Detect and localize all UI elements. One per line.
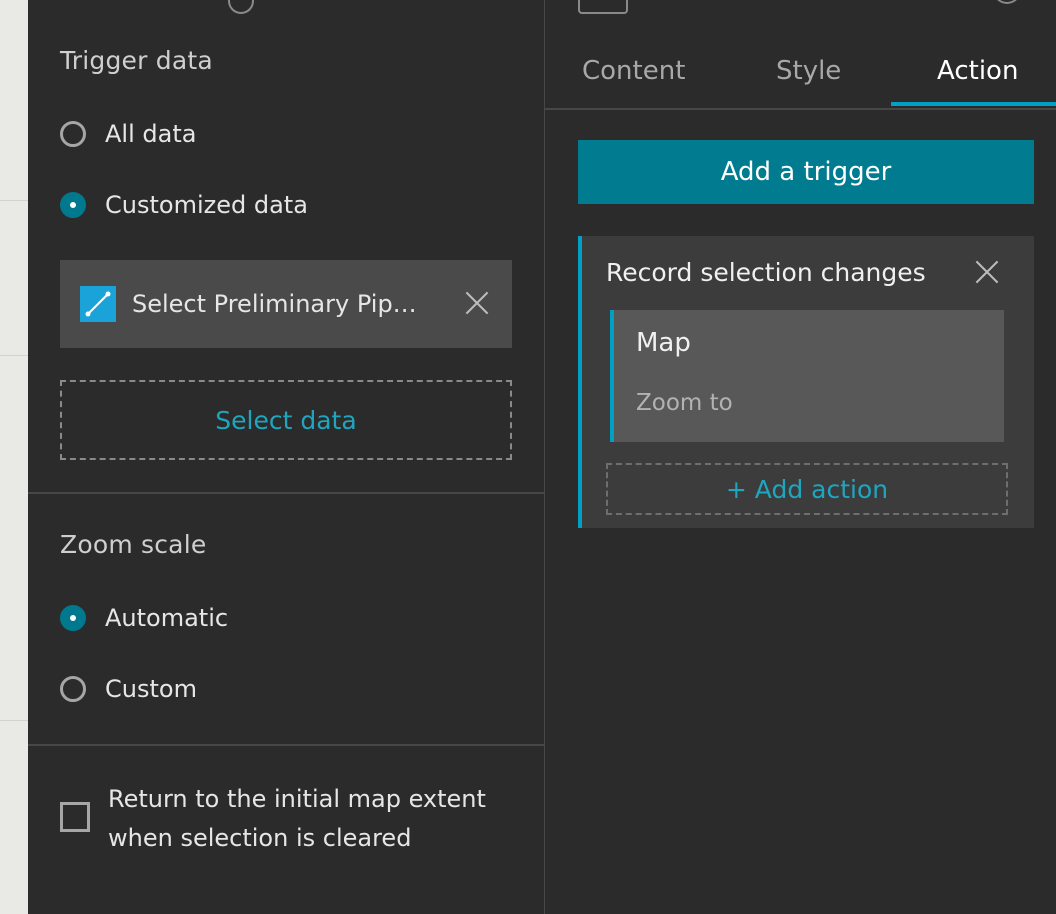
section-divider [28,492,544,494]
widget-icon [578,0,628,14]
selected-data-label: Select Preliminary Pip… [132,290,417,318]
return-extent-checkbox[interactable] [60,802,90,832]
radio-button[interactable] [60,676,86,702]
tab-action[interactable]: Action [937,56,1018,86]
radio-automatic[interactable]: Automatic [60,604,228,632]
zoom-scale-title: Zoom scale [60,530,207,559]
return-extent-label: Return to the initial map extent when se… [108,780,528,858]
close-icon[interactable] [974,259,1000,285]
map-road [0,720,28,721]
help-icon[interactable] [993,0,1021,4]
action-item[interactable]: Map Zoom to [610,310,1004,442]
add-trigger-button[interactable]: Add a trigger [578,140,1034,204]
action-settings-panel: Trigger data All data Customized data Se… [28,0,545,914]
radio-button[interactable] [60,192,86,218]
tab-style[interactable]: Style [776,56,841,86]
polyline-layer-icon [80,286,116,322]
radio-customized-data[interactable]: Customized data [60,191,308,219]
trigger-title: Record selection changes [606,258,926,287]
widget-settings-panel: Content Style Action Add a trigger Recor… [545,0,1056,914]
select-data-button[interactable]: Select data [60,380,512,460]
radio-all-data[interactable]: All data [60,120,196,148]
map-background [0,0,28,914]
selected-data-item[interactable]: Select Preliminary Pip… [60,260,512,348]
action-name: Zoom to [636,390,733,416]
settings-tabs: Content Style Action [545,40,1056,110]
action-target: Map [636,328,691,358]
radio-button[interactable] [60,605,86,631]
radio-button[interactable] [60,121,86,147]
return-extent-label-line2: when selection is cleared [108,824,412,852]
section-divider [28,744,544,746]
map-road [0,200,28,201]
trigger-card: Record selection changes Map Zoom to + A… [578,236,1034,528]
radio-custom[interactable]: Custom [60,675,197,703]
radio-label: Automatic [105,604,229,632]
radio-label: All data [105,120,197,148]
radio-label: Custom [105,675,197,703]
active-tab-indicator [891,102,1056,106]
return-extent-label-line1: Return to the initial map extent [108,785,486,813]
add-action-button[interactable]: + Add action [606,463,1008,515]
panel-header-icon [228,0,254,14]
radio-label: Customized data [105,191,308,219]
map-road [0,355,28,356]
tab-content[interactable]: Content [582,56,685,86]
close-icon[interactable] [464,290,490,316]
trigger-data-title: Trigger data [60,46,213,75]
